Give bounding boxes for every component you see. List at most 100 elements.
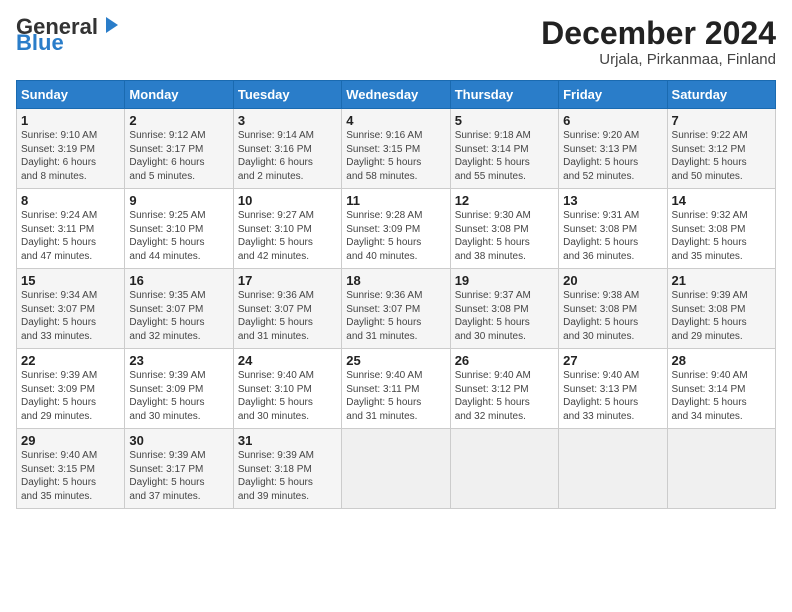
page-container: General Blue December 2024 Urjala, Pirka… <box>0 0 792 517</box>
day-info: Sunrise: 9:18 AM Sunset: 3:14 PM Dayligh… <box>455 129 554 183</box>
day-number: 6 <box>563 113 662 128</box>
table-row: 12Sunrise: 9:30 AM Sunset: 3:08 PM Dayli… <box>450 189 558 269</box>
table-row: 13Sunrise: 9:31 AM Sunset: 3:08 PM Dayli… <box>559 189 667 269</box>
day-number: 15 <box>21 273 120 288</box>
day-info: Sunrise: 9:14 AM Sunset: 3:16 PM Dayligh… <box>238 129 337 183</box>
table-row: 18Sunrise: 9:36 AM Sunset: 3:07 PM Dayli… <box>342 269 450 349</box>
day-info: Sunrise: 9:10 AM Sunset: 3:19 PM Dayligh… <box>21 129 120 183</box>
day-info: Sunrise: 9:34 AM Sunset: 3:07 PM Dayligh… <box>21 289 120 343</box>
calendar-week-row: 22 Sunrise: 9:39 AM Sunset: 3:09 PM Dayli… <box>17 349 776 429</box>
calendar-week-row: 1Sunrise: 9:10 AM Sunset: 3:19 PM Daylig… <box>17 109 776 189</box>
day-info: Sunrise: 9:35 AM Sunset: 3:07 PM Dayligh… <box>129 289 228 343</box>
day-info: Sunrise: 9:16 AM Sunset: 3:15 PM Dayligh… <box>346 129 445 183</box>
day-number: 29 <box>21 433 120 448</box>
day-number: 25 <box>346 353 445 368</box>
table-row <box>342 429 450 509</box>
day-number: 20 <box>563 273 662 288</box>
day-number: 8 <box>21 193 120 208</box>
day-info: Sunrise: 9:39 AM Sunset: 3:18 PM Dayligh… <box>238 449 337 503</box>
day-number: 19 <box>455 273 554 288</box>
day-number: 9 <box>129 193 228 208</box>
table-row: 3Sunrise: 9:14 AM Sunset: 3:16 PM Daylig… <box>233 109 341 189</box>
table-row: 17Sunrise: 9:36 AM Sunset: 3:07 PM Dayli… <box>233 269 341 349</box>
day-info: Sunrise: 9:30 AM Sunset: 3:08 PM Dayligh… <box>455 209 554 263</box>
table-row: 19Sunrise: 9:37 AM Sunset: 3:08 PM Dayli… <box>450 269 558 349</box>
calendar-week-row: 29Sunrise: 9:40 AM Sunset: 3:15 PM Dayli… <box>17 429 776 509</box>
day-info: Sunrise: 9:12 AM Sunset: 3:17 PM Dayligh… <box>129 129 228 183</box>
title-block: December 2024 Urjala, Pirkanmaa, Finland <box>541 16 776 68</box>
table-row: 21Sunrise: 9:39 AM Sunset: 3:08 PM Dayli… <box>667 269 775 349</box>
day-info: Sunrise: 9:36 AM Sunset: 3:07 PM Dayligh… <box>346 289 445 343</box>
day-info: Sunrise: 9:39 AM Sunset: 3:17 PM Dayligh… <box>129 449 228 503</box>
table-row: 10Sunrise: 9:27 AM Sunset: 3:10 PM Dayli… <box>233 189 341 269</box>
table-row: 7Sunrise: 9:22 AM Sunset: 3:12 PM Daylig… <box>667 109 775 189</box>
day-info: Sunrise: 9:25 AM Sunset: 3:10 PM Dayligh… <box>129 209 228 263</box>
table-row <box>667 429 775 509</box>
table-row: 28Sunrise: 9:40 AM Sunset: 3:14 PM Dayli… <box>667 349 775 429</box>
day-number: 1 <box>21 113 120 128</box>
table-row: 23Sunrise: 9:39 AM Sunset: 3:09 PM Dayli… <box>125 349 233 429</box>
day-info: Sunrise: 9:39 AM Sunset: 3:09 PM Dayligh… <box>129 369 228 423</box>
day-number: 18 <box>346 273 445 288</box>
day-number: 23 <box>129 353 228 368</box>
col-thursday: Thursday <box>450 81 558 109</box>
day-number: 17 <box>238 273 337 288</box>
col-tuesday: Tuesday <box>233 81 341 109</box>
table-row <box>559 429 667 509</box>
table-row: 9Sunrise: 9:25 AM Sunset: 3:10 PM Daylig… <box>125 189 233 269</box>
calendar-week-row: 15Sunrise: 9:34 AM Sunset: 3:07 PM Dayli… <box>17 269 776 349</box>
day-info: Sunrise: 9:39 AM Sunset: 3:08 PM Dayligh… <box>672 289 771 343</box>
calendar-header-row: Sunday Monday Tuesday Wednesday Thursday… <box>17 81 776 109</box>
day-number: 7 <box>672 113 771 128</box>
table-row: 5Sunrise: 9:18 AM Sunset: 3:14 PM Daylig… <box>450 109 558 189</box>
col-monday: Monday <box>125 81 233 109</box>
day-number: 11 <box>346 193 445 208</box>
table-row: 25Sunrise: 9:40 AM Sunset: 3:11 PM Dayli… <box>342 349 450 429</box>
day-number: 14 <box>672 193 771 208</box>
day-info: Sunrise: 9:40 AM Sunset: 3:14 PM Dayligh… <box>672 369 771 423</box>
day-info: Sunrise: 9:22 AM Sunset: 3:12 PM Dayligh… <box>672 129 771 183</box>
table-row: 15Sunrise: 9:34 AM Sunset: 3:07 PM Dayli… <box>17 269 125 349</box>
day-info: Sunrise: 9:28 AM Sunset: 3:09 PM Dayligh… <box>346 209 445 263</box>
table-row: 6Sunrise: 9:20 AM Sunset: 3:13 PM Daylig… <box>559 109 667 189</box>
day-number: 5 <box>455 113 554 128</box>
day-number: 21 <box>672 273 771 288</box>
logo: General Blue <box>16 16 122 56</box>
table-row: 8Sunrise: 9:24 AM Sunset: 3:11 PM Daylig… <box>17 189 125 269</box>
day-number: 22 <box>21 353 120 368</box>
page-subtitle: Urjala, Pirkanmaa, Finland <box>541 51 776 68</box>
table-row: 30Sunrise: 9:39 AM Sunset: 3:17 PM Dayli… <box>125 429 233 509</box>
day-number: 12 <box>455 193 554 208</box>
day-number: 28 <box>672 353 771 368</box>
header: General Blue December 2024 Urjala, Pirka… <box>16 16 776 68</box>
table-row: 1Sunrise: 9:10 AM Sunset: 3:19 PM Daylig… <box>17 109 125 189</box>
table-row: 26Sunrise: 9:40 AM Sunset: 3:12 PM Dayli… <box>450 349 558 429</box>
col-wednesday: Wednesday <box>342 81 450 109</box>
table-row: 29Sunrise: 9:40 AM Sunset: 3:15 PM Dayli… <box>17 429 125 509</box>
day-number: 3 <box>238 113 337 128</box>
day-info: Sunrise: 9:20 AM Sunset: 3:13 PM Dayligh… <box>563 129 662 183</box>
day-info: Sunrise: 9:36 AM Sunset: 3:07 PM Dayligh… <box>238 289 337 343</box>
logo-blue-text: Blue <box>16 30 64 56</box>
table-row: 24Sunrise: 9:40 AM Sunset: 3:10 PM Dayli… <box>233 349 341 429</box>
day-number: 24 <box>238 353 337 368</box>
table-row: 16Sunrise: 9:35 AM Sunset: 3:07 PM Dayli… <box>125 269 233 349</box>
table-row: 11Sunrise: 9:28 AM Sunset: 3:09 PM Dayli… <box>342 189 450 269</box>
calendar-table: Sunday Monday Tuesday Wednesday Thursday… <box>16 80 776 509</box>
table-row: 27Sunrise: 9:40 AM Sunset: 3:13 PM Dayli… <box>559 349 667 429</box>
day-number: 13 <box>563 193 662 208</box>
day-info: Sunrise: 9:27 AM Sunset: 3:10 PM Dayligh… <box>238 209 337 263</box>
day-number: 4 <box>346 113 445 128</box>
day-number: 31 <box>238 433 337 448</box>
logo-icon <box>100 15 122 35</box>
day-number: 26 <box>455 353 554 368</box>
table-row: 2Sunrise: 9:12 AM Sunset: 3:17 PM Daylig… <box>125 109 233 189</box>
day-info: Sunrise: 9:32 AM Sunset: 3:08 PM Dayligh… <box>672 209 771 263</box>
day-info: Sunrise: 9:40 AM Sunset: 3:12 PM Dayligh… <box>455 369 554 423</box>
day-info: Sunrise: 9:38 AM Sunset: 3:08 PM Dayligh… <box>563 289 662 343</box>
day-number: 16 <box>129 273 228 288</box>
table-row: 20Sunrise: 9:38 AM Sunset: 3:08 PM Dayli… <box>559 269 667 349</box>
col-friday: Friday <box>559 81 667 109</box>
col-sunday: Sunday <box>17 81 125 109</box>
day-info: Sunrise: 9:40 AM Sunset: 3:13 PM Dayligh… <box>563 369 662 423</box>
